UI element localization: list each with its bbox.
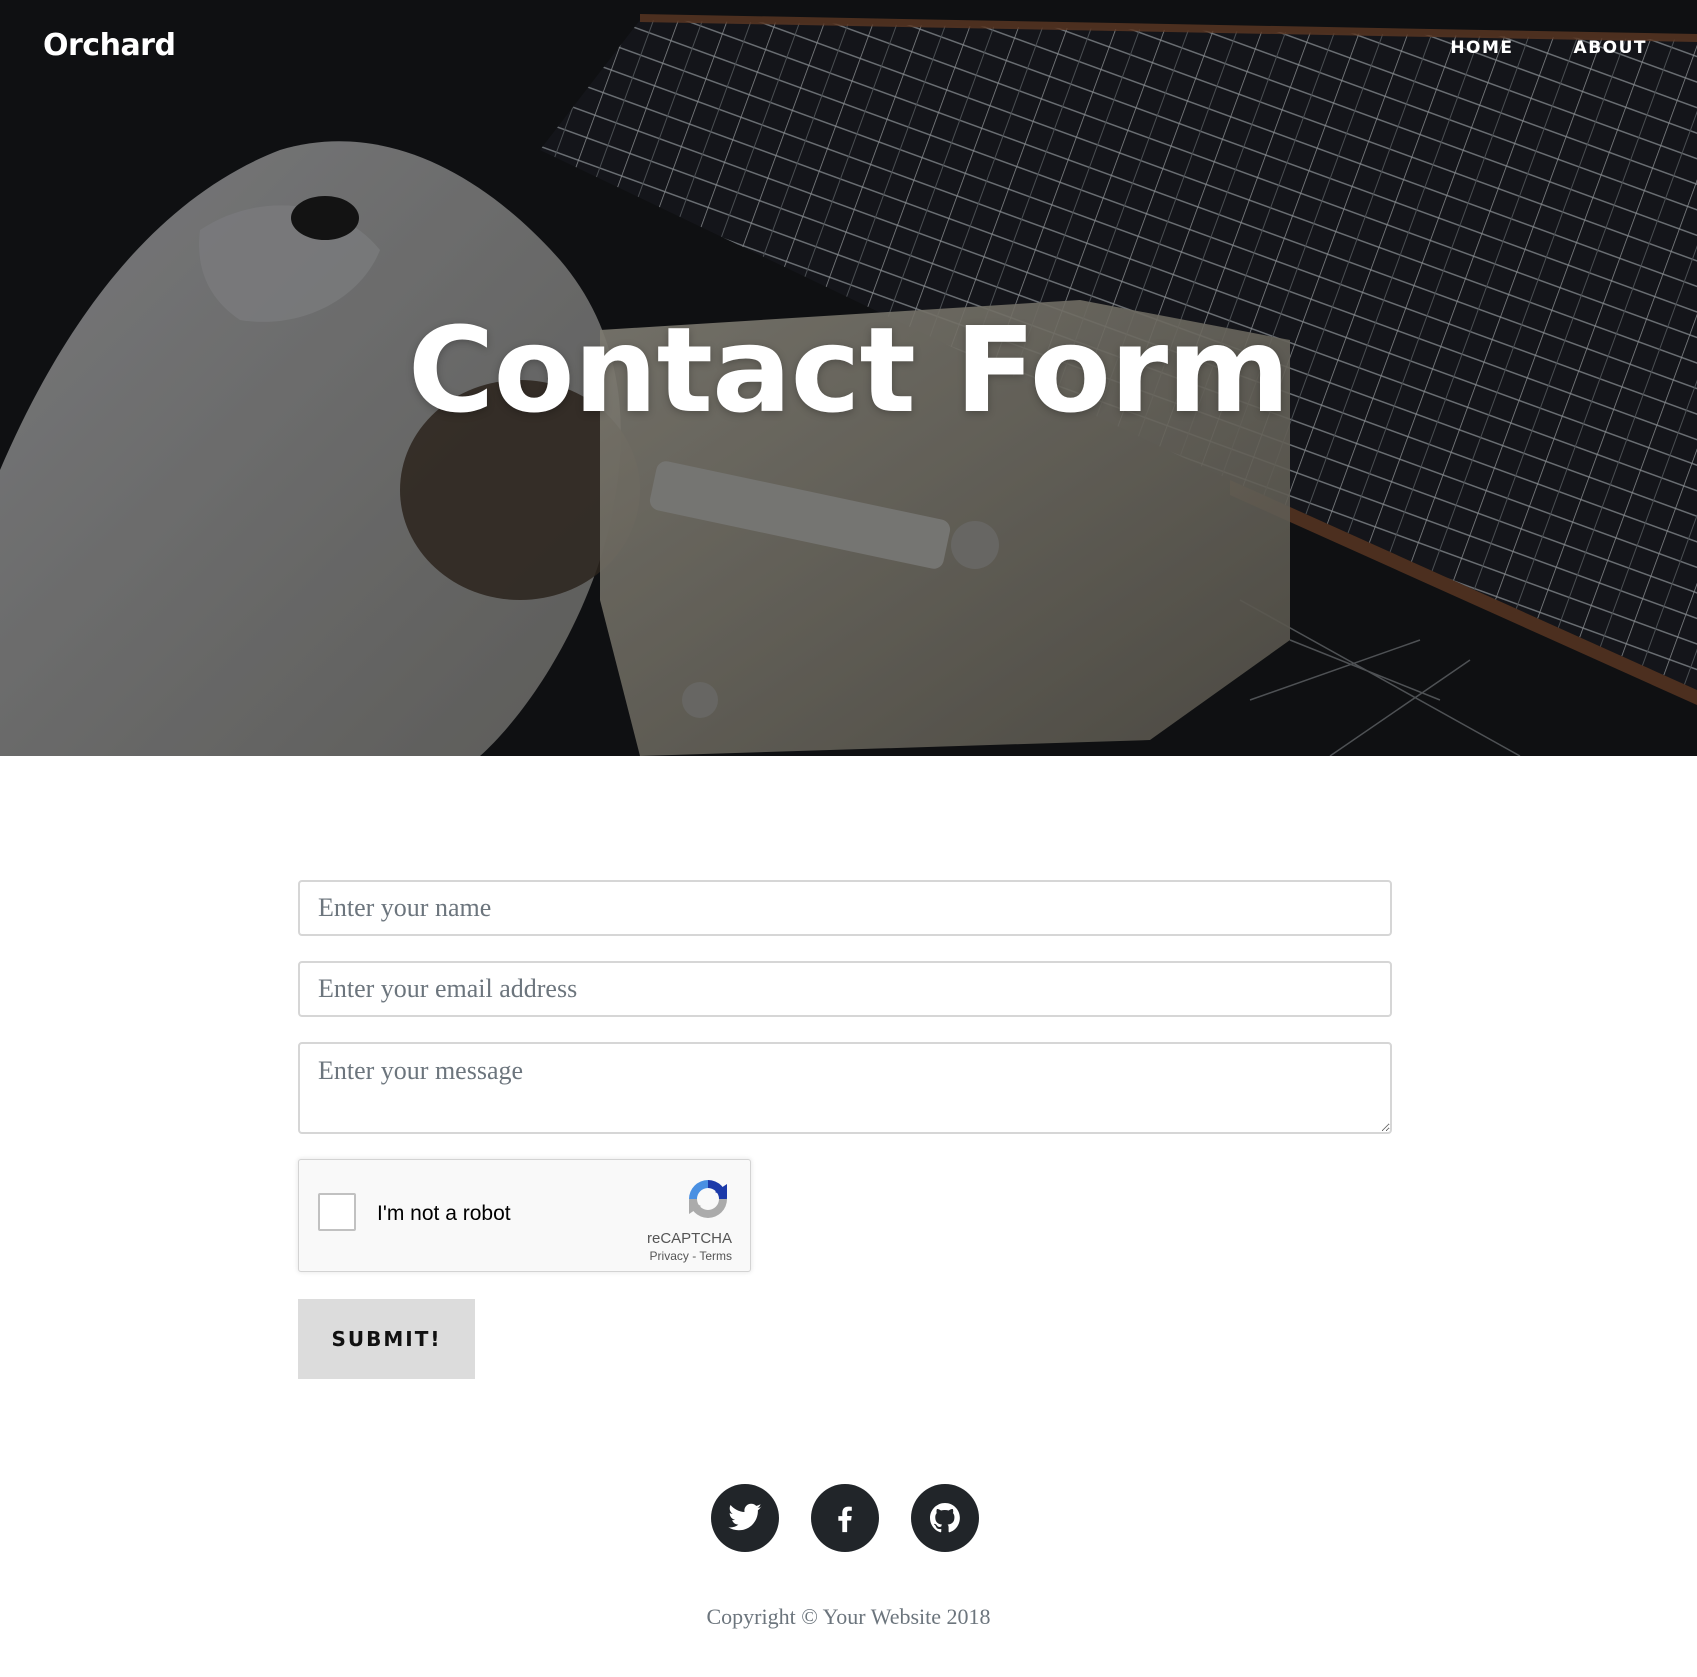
main-nav: HOME ABOUT <box>1450 38 1647 58</box>
email-input[interactable] <box>298 961 1392 1017</box>
submit-button[interactable]: SUBMIT! <box>298 1299 475 1379</box>
contact-form: I'm not a robot reCAPTCHA Privacy - Term… <box>298 880 1392 1379</box>
recaptcha-link-separator: - <box>688 1249 700 1263</box>
recaptcha-terms-link[interactable]: Terms <box>699 1249 732 1263</box>
recaptcha-privacy-link[interactable]: Privacy <box>650 1249 689 1263</box>
facebook-icon <box>838 1506 852 1533</box>
social-links <box>711 1484 979 1552</box>
recaptcha-checkbox[interactable] <box>318 1193 356 1231</box>
hero-header: Orchard HOME ABOUT Contact Form <box>0 0 1697 756</box>
recaptcha-label: I'm not a robot <box>377 1202 511 1225</box>
recaptcha-brand: reCAPTCHA <box>646 1230 732 1247</box>
nav-about-link[interactable]: ABOUT <box>1574 38 1647 58</box>
message-textarea[interactable] <box>298 1042 1392 1134</box>
github-link[interactable] <box>911 1484 979 1552</box>
twitter-link[interactable] <box>711 1484 779 1552</box>
recaptcha-icon <box>689 1180 727 1218</box>
twitter-icon <box>728 1503 762 1531</box>
facebook-link[interactable] <box>811 1484 879 1552</box>
recaptcha-widget: I'm not a robot reCAPTCHA Privacy - Term… <box>298 1159 751 1272</box>
page-title: Contact Form <box>407 301 1290 439</box>
nav-home-link[interactable]: HOME <box>1450 38 1513 58</box>
github-icon <box>930 1503 960 1533</box>
copyright-text: Copyright © Your Website 2018 <box>706 1604 991 1629</box>
name-input[interactable] <box>298 880 1392 936</box>
site-brand[interactable]: Orchard <box>43 28 176 63</box>
recaptcha-links: Privacy - Terms <box>650 1249 732 1263</box>
